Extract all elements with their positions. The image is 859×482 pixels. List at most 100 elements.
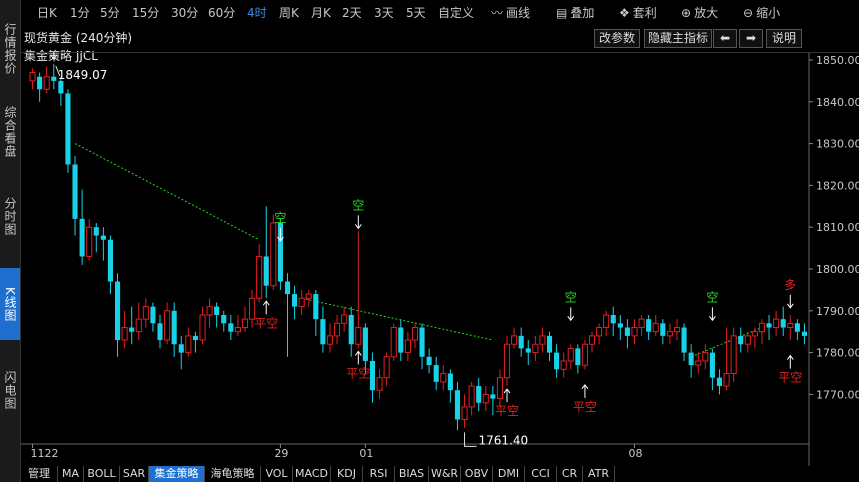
candle-body	[29, 72, 36, 82]
indicator-tab-6[interactable]: VOL	[261, 466, 293, 482]
x-tick-label: 08	[628, 447, 642, 460]
sidebar-item-3[interactable]: K线图	[0, 268, 20, 340]
signal-label: 平空	[254, 316, 278, 330]
candle-body	[355, 327, 362, 345]
zoom-out-label: 缩小	[756, 6, 781, 20]
change-params-button[interactable]: 改参数	[594, 29, 640, 48]
indicator-tab-0[interactable]: 管理	[21, 466, 58, 482]
signal-label: 平空	[495, 404, 519, 418]
candle-body	[624, 327, 630, 336]
candle-body	[426, 356, 432, 366]
candle-body	[503, 343, 511, 379]
indicator-tab-1[interactable]: MA	[58, 466, 84, 482]
candle-body	[787, 322, 794, 329]
indicator-tab-2[interactable]: BOLL	[84, 466, 120, 482]
sidebar-item-0[interactable]: 行情报价	[0, 12, 20, 86]
candle-body	[646, 319, 652, 332]
period-tab-3[interactable]: 15分	[132, 4, 159, 21]
y-tick-label: 1840.00	[816, 96, 859, 109]
candle-body	[121, 327, 128, 341]
candle-body	[603, 314, 610, 329]
y-tick-label: 1830.00	[816, 138, 859, 151]
explain-button[interactable]: 说明	[766, 29, 802, 48]
candle-body	[256, 255, 263, 299]
indicator-tab-11[interactable]: W&R	[429, 466, 461, 482]
zoom-in-label: 放大	[694, 6, 719, 20]
indicator-tab-8[interactable]: KDJ	[331, 466, 363, 482]
indicator-tab-13[interactable]: DMI	[493, 466, 525, 482]
hide-main-indicator-button[interactable]: 隐藏主指标	[644, 29, 712, 48]
arbitrage-button[interactable]: ❖ 套利	[619, 4, 657, 21]
period-tab-9[interactable]: 2天	[342, 4, 362, 21]
candle-body	[86, 226, 93, 257]
candle-body	[171, 310, 177, 345]
candle-body	[341, 314, 348, 324]
candle-body	[398, 327, 404, 353]
sidebar-item-1[interactable]: 综合看盘	[0, 96, 20, 168]
candle-body	[114, 281, 121, 341]
candle-body	[666, 331, 673, 337]
period-tab-1[interactable]: 1分	[70, 4, 90, 21]
period-tab-12[interactable]: 自定义	[438, 4, 474, 21]
period-tab-4[interactable]: 30分	[171, 4, 198, 21]
draw-line-button[interactable]: 〰画线	[491, 4, 530, 21]
signal-label: 平空	[573, 400, 597, 414]
y-tick-label: 1800.00	[816, 263, 859, 276]
indicator-tab-10[interactable]: BIAS	[395, 466, 429, 482]
candle-body	[539, 335, 546, 345]
kline-chart[interactable]: 1850.00 1840.00 1830.00 1820.00 1810.00 1800.…	[21, 52, 859, 466]
candle-body	[65, 93, 71, 165]
candle-body	[567, 347, 574, 362]
period-tab-0[interactable]: 日K	[37, 4, 57, 21]
indicator-tab-3[interactable]: SAR	[120, 466, 149, 482]
indicator-tab-15[interactable]: CR	[557, 466, 583, 482]
sidebar-item-2[interactable]: 分时图	[0, 186, 20, 246]
candle-body	[695, 360, 702, 366]
scroll-right-button[interactable]: ➡	[739, 29, 763, 48]
signal-label: 平空	[778, 371, 802, 385]
indicator-tab-5[interactable]: 海龟策略	[205, 466, 261, 482]
candle-body	[334, 322, 341, 337]
candle-body	[72, 164, 78, 219]
candle-body	[241, 318, 249, 329]
candle-body	[801, 331, 808, 336]
candle-body	[652, 322, 659, 333]
scroll-left-button[interactable]: ⬅	[713, 29, 737, 48]
indicator-tab-9[interactable]: RSI	[363, 466, 395, 482]
zoom-in-icon: ⊕	[681, 6, 692, 20]
candle-body	[490, 394, 496, 399]
sidebar-item-4[interactable]: 闪电图	[0, 362, 20, 418]
candle-body	[575, 348, 581, 366]
candle-body	[518, 335, 524, 349]
candle-body	[298, 297, 305, 308]
indicator-tab-16[interactable]: ATR	[583, 466, 615, 482]
candle-body	[292, 294, 298, 307]
period-tab-11[interactable]: 5天	[406, 4, 426, 21]
candle-body	[730, 335, 737, 375]
candle-body	[660, 323, 666, 336]
period-tab-8[interactable]: 月K	[311, 4, 331, 21]
x-tick-label: 01	[359, 447, 373, 460]
period-tab-10[interactable]: 3天	[374, 4, 394, 21]
indicator-tab-14[interactable]: CCI	[525, 466, 557, 482]
zoom-out-button[interactable]: ⊖ 缩小	[743, 4, 780, 21]
candle-body	[525, 348, 531, 353]
candle-body	[178, 344, 184, 353]
candle-body	[234, 327, 241, 333]
candle-body	[709, 352, 715, 378]
candle-body	[214, 306, 220, 315]
candle-body	[142, 306, 149, 320]
indicator-tab-12[interactable]: OBV	[461, 466, 493, 482]
period-tab-6[interactable]: 4时	[247, 4, 267, 21]
indicator-tab-7[interactable]: MACD	[293, 466, 331, 482]
layers-icon: ▤	[556, 6, 568, 20]
candle-body	[532, 343, 539, 354]
indicator-tab-4[interactable]: 集金策略	[149, 466, 205, 482]
candle-body	[440, 373, 447, 383]
zoom-in-button[interactable]: ⊕ 放大	[681, 4, 718, 21]
candle-body	[476, 386, 482, 403]
period-tab-7[interactable]: 周K	[279, 4, 299, 21]
overlay-button[interactable]: ▤ 叠加	[556, 4, 594, 21]
period-tab-2[interactable]: 5分	[100, 4, 120, 21]
period-tab-5[interactable]: 60分	[208, 4, 235, 21]
